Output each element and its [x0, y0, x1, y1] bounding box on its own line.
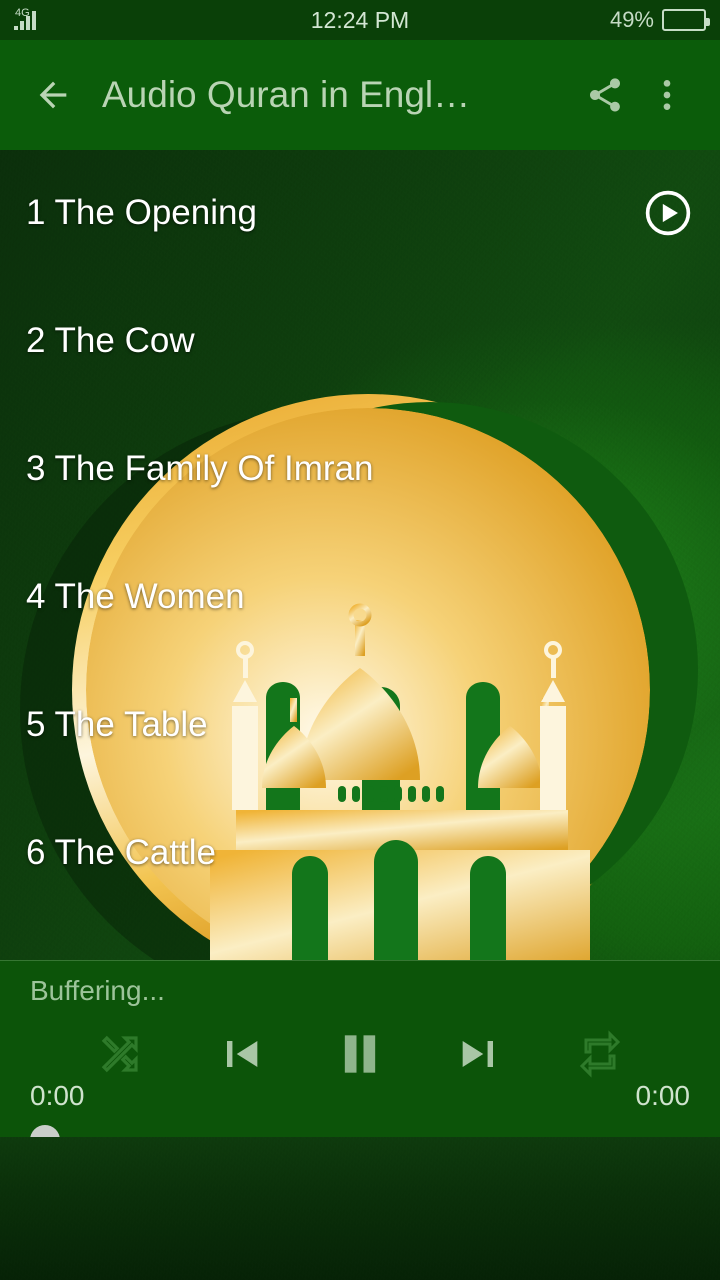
status-bar: 4G 12:24 PM 49%	[0, 0, 720, 40]
track-label: 5 The Table	[26, 705, 208, 744]
play-circle-icon	[645, 190, 691, 236]
signal-bar-1	[14, 26, 18, 30]
battery-percent-label: 49%	[609, 7, 654, 32]
track-label: 3 The Family Of Imran	[26, 449, 374, 488]
battery-icon	[662, 9, 710, 31]
track-row[interactable]: 3 The Family Of Imran	[0, 438, 720, 500]
duration-label: 0:00	[635, 1080, 691, 1111]
share-button[interactable]	[574, 64, 636, 126]
track-label: 4 The Women	[26, 577, 245, 616]
signal-bar-4	[32, 11, 36, 30]
surah-list[interactable]: 1 The Opening 2 The Cow 3 The Family Of Im…	[0, 150, 720, 960]
player-controls	[0, 1023, 720, 1085]
signal-bar-2	[20, 21, 24, 30]
skip-previous-icon	[227, 1041, 258, 1067]
bottom-background	[0, 1137, 720, 1280]
track-label: 6 The Cattle	[26, 833, 217, 872]
player-panel: Buffering...	[0, 960, 720, 1137]
more-vertical-icon	[663, 80, 671, 110]
track-row[interactable]: 1 The Opening	[0, 182, 720, 244]
track-row[interactable]: 6 The Cattle	[0, 822, 720, 884]
repeat-icon	[579, 1030, 621, 1078]
app-bar: Audio Quran in Engl…	[0, 40, 720, 150]
current-time-label: 0:00	[30, 1080, 85, 1111]
page-title: Audio Quran in Engl…	[102, 74, 471, 115]
status-bar-right: 49%	[609, 7, 710, 33]
status-bar-left: 4G	[14, 7, 36, 30]
back-button[interactable]	[22, 64, 84, 126]
track-row[interactable]: 5 The Table	[0, 694, 720, 756]
next-button[interactable]	[452, 1026, 508, 1082]
app-screen: 4G 12:24 PM 49% Audio Quran in Engl… 1 T…	[0, 0, 720, 1280]
pause-icon	[344, 1035, 376, 1073]
share-icon	[590, 78, 620, 112]
shuffle-icon	[101, 1035, 138, 1073]
network-type-label: 4G	[15, 7, 30, 19]
texture-overlay-bottom	[0, 1137, 720, 1280]
play-pause-button[interactable]	[332, 1026, 388, 1082]
track-label: 1 The Opening	[26, 193, 257, 232]
repeat-button[interactable]	[572, 1026, 628, 1082]
signal-bars-icon: 4G	[14, 7, 36, 30]
track-row[interactable]: 2 The Cow	[0, 310, 720, 372]
previous-button[interactable]	[212, 1026, 268, 1082]
arrow-left-icon	[39, 81, 67, 109]
skip-next-icon	[462, 1041, 493, 1067]
track-row[interactable]: 4 The Women	[0, 566, 720, 628]
player-status-label: Buffering...	[30, 975, 165, 1006]
shuffle-button[interactable]	[92, 1026, 148, 1082]
track-play-button[interactable]	[642, 187, 694, 239]
track-label: 2 The Cow	[26, 321, 195, 360]
overflow-menu-button[interactable]	[636, 64, 698, 126]
